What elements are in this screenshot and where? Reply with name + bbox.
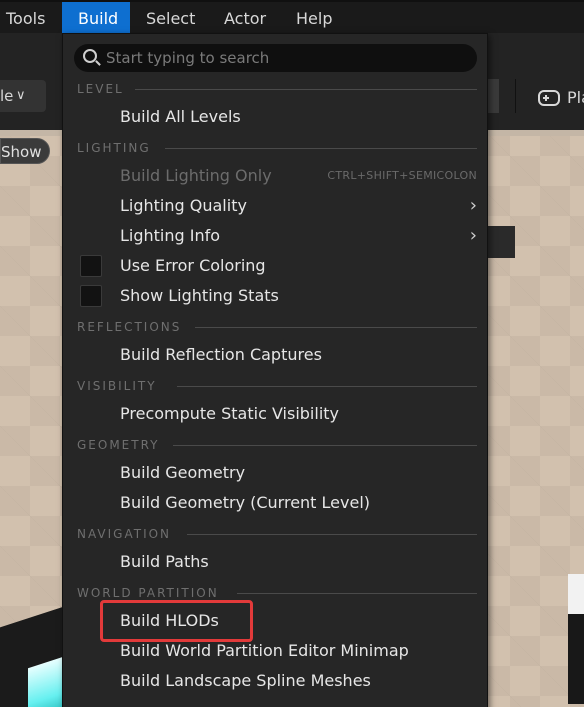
shortcut-label: CTRL+SHIFT+SEMICOLON bbox=[327, 169, 477, 182]
section-lighting: LIGHTING bbox=[77, 141, 477, 155]
menu-item-build-geometry-current-level[interactable]: Build Geometry (Current Level) bbox=[63, 488, 487, 518]
section-label: LIGHTING bbox=[77, 141, 151, 155]
section-navigation: NAVIGATION bbox=[77, 527, 477, 541]
show-lighting-stats-checkbox[interactable] bbox=[80, 285, 102, 307]
menu-select[interactable]: Select bbox=[140, 2, 201, 35]
menu-item-label: Precompute Static Visibility bbox=[120, 404, 339, 423]
mode-dropdown[interactable]: le ∨ bbox=[0, 80, 46, 112]
chevron-right-icon: › bbox=[469, 225, 477, 246]
menu-item-label: Build Landscape Spline Meshes bbox=[120, 671, 371, 690]
section-rule bbox=[135, 89, 477, 90]
menu-search-input[interactable] bbox=[106, 44, 466, 72]
menu-item-label: Build All Levels bbox=[120, 107, 241, 126]
chevron-right-icon: › bbox=[469, 195, 477, 216]
use-error-coloring-checkbox[interactable] bbox=[80, 255, 102, 277]
menu-bar: Tools Build Select Actor Help bbox=[0, 0, 584, 35]
section-rule bbox=[173, 445, 477, 446]
menu-search-box[interactable] bbox=[74, 44, 477, 72]
toolbar-field-edge bbox=[487, 79, 499, 113]
menu-item-lighting-quality[interactable]: Lighting Quality › bbox=[63, 191, 487, 221]
build-menu-dropdown: LEVEL Build All Levels LIGHTING Build Li… bbox=[62, 33, 488, 707]
section-rule bbox=[195, 327, 477, 328]
mode-label: le bbox=[0, 87, 14, 105]
menu-item-build-all-levels[interactable]: Build All Levels bbox=[63, 102, 487, 132]
section-rule bbox=[177, 386, 477, 387]
viewport-cube-left bbox=[0, 604, 70, 707]
gamepad-icon bbox=[538, 90, 560, 106]
section-visibility: VISIBILITY bbox=[77, 379, 477, 393]
menu-item-build-landscape-spline-meshes[interactable]: Build Landscape Spline Meshes bbox=[63, 666, 487, 696]
chevron-down-icon: ∨ bbox=[16, 88, 26, 103]
menu-item-label: Build Lighting Only bbox=[120, 166, 272, 185]
section-world-partition: WORLD PARTITION bbox=[77, 586, 477, 600]
menu-item-lighting-info[interactable]: Lighting Info › bbox=[63, 221, 487, 251]
menu-item-label: Build Paths bbox=[120, 552, 209, 571]
section-geometry: GEOMETRY bbox=[77, 438, 477, 452]
menu-actor[interactable]: Actor bbox=[218, 2, 272, 35]
toolbar-divider bbox=[515, 79, 516, 113]
menu-item-label: Show Lighting Stats bbox=[120, 286, 279, 305]
section-label: VISIBILITY bbox=[77, 379, 157, 393]
section-rule bbox=[165, 148, 477, 149]
menu-item-label: Build Reflection Captures bbox=[120, 345, 322, 364]
section-rule bbox=[187, 534, 477, 535]
menu-help[interactable]: Help bbox=[290, 2, 338, 35]
menu-item-build-wp-minimap[interactable]: Build World Partition Editor Minimap bbox=[63, 636, 487, 666]
viewport-cube-face bbox=[568, 574, 584, 614]
menu-build[interactable]: Build bbox=[62, 2, 130, 35]
menu-item-use-error-coloring[interactable]: Use Error Coloring bbox=[63, 251, 487, 281]
section-label: NAVIGATION bbox=[77, 527, 172, 541]
menu-item-build-reflection-captures[interactable]: Build Reflection Captures bbox=[63, 340, 487, 370]
section-level: LEVEL bbox=[77, 82, 477, 96]
menu-item-label: Lighting Info bbox=[120, 226, 221, 245]
menu-item-label: Build Geometry bbox=[120, 463, 246, 482]
menu-item-build-geometry[interactable]: Build Geometry bbox=[63, 458, 487, 488]
menu-item-label: Build Geometry (Current Level) bbox=[120, 493, 371, 512]
section-label: GEOMETRY bbox=[77, 438, 160, 452]
menu-tools[interactable]: Tools bbox=[0, 2, 51, 35]
play-label: Pla bbox=[567, 88, 584, 107]
section-reflections: REFLECTIONS bbox=[77, 320, 477, 334]
play-button[interactable]: Pla bbox=[530, 83, 584, 113]
section-label: WORLD PARTITION bbox=[77, 586, 219, 600]
viewport-mesh-block bbox=[487, 226, 515, 258]
section-rule bbox=[237, 593, 477, 594]
viewport-cube-right bbox=[568, 574, 584, 704]
search-icon bbox=[83, 49, 97, 63]
show-button[interactable]: Show bbox=[0, 138, 50, 164]
menu-item-build-paths[interactable]: Build Paths bbox=[63, 547, 487, 577]
section-label: LEVEL bbox=[77, 82, 124, 96]
menu-item-precompute-static-visibility[interactable]: Precompute Static Visibility bbox=[63, 399, 487, 429]
menu-item-show-lighting-stats[interactable]: Show Lighting Stats bbox=[63, 281, 487, 311]
menu-item-label: Lighting Quality bbox=[120, 196, 247, 215]
menu-item-label: Use Error Coloring bbox=[120, 256, 266, 275]
section-label: REFLECTIONS bbox=[77, 320, 182, 334]
menu-item-label: Build World Partition Editor Minimap bbox=[120, 641, 409, 660]
show-label: Show bbox=[1, 143, 42, 161]
menu-item-build-lighting-only[interactable]: Build Lighting Only CTRL+SHIFT+SEMICOLON bbox=[63, 161, 487, 191]
